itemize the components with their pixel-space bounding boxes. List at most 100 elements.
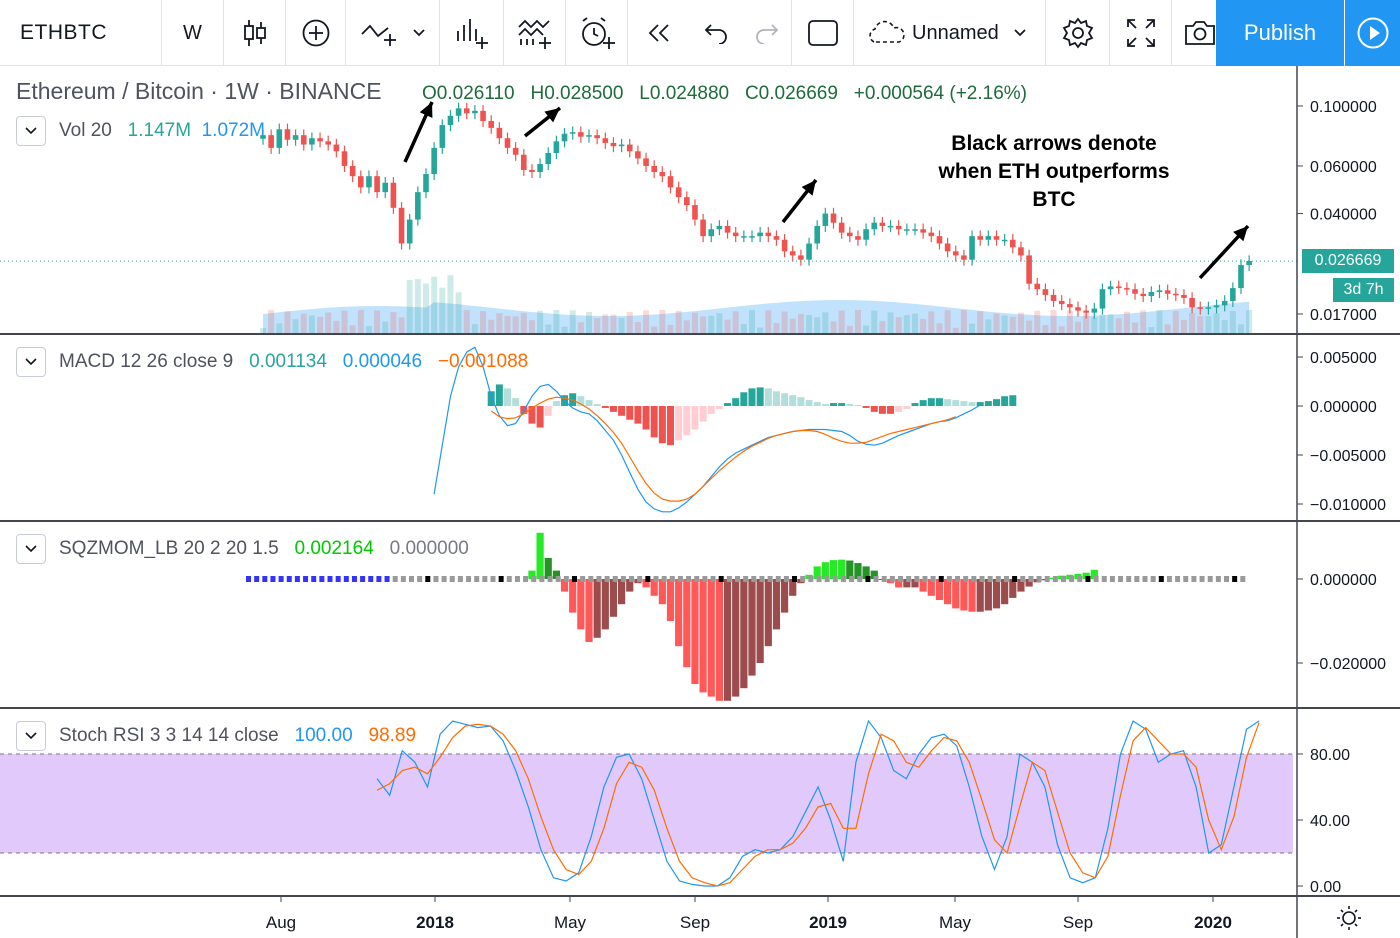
volume-bar <box>1189 313 1196 334</box>
volume-bar <box>365 326 372 334</box>
macd-histogram-bar <box>748 388 756 406</box>
sqz-dot <box>620 576 626 582</box>
sqz-dot <box>498 576 504 582</box>
sqz-dot <box>376 576 382 582</box>
macd-histogram-bar <box>536 406 544 428</box>
sqz-dot <box>303 576 309 582</box>
sqz-bar <box>992 579 1001 609</box>
macd-histogram-bar <box>1001 396 1009 406</box>
sqz-dot <box>889 576 895 582</box>
macd-value-2: 0.000046 <box>342 351 423 372</box>
macd-histogram-bar <box>862 406 870 408</box>
sqz-dot <box>653 576 659 582</box>
sqz-dot <box>392 576 398 582</box>
volume-bar <box>944 310 951 334</box>
volume-bar <box>1221 319 1228 334</box>
volume-bar <box>903 315 910 334</box>
volume-bar <box>300 313 307 334</box>
sqz-dot <box>1044 576 1050 582</box>
sqz-dot <box>775 576 781 582</box>
sqz-dot <box>1020 576 1026 582</box>
macd-histogram-bar <box>544 406 552 416</box>
volume-bar <box>463 310 470 334</box>
sqz-dot <box>539 576 545 582</box>
sqz-dot <box>490 576 496 582</box>
sqz-dot <box>808 576 814 582</box>
volume-bar <box>854 310 861 334</box>
volume-bar <box>528 320 535 334</box>
volume-bar <box>1107 314 1114 334</box>
sqz-bar <box>772 579 781 630</box>
stoch-value-2: 98.89 <box>368 725 417 746</box>
macd-axis-tick: −0.005000 <box>1310 448 1386 465</box>
vol-collapse-button[interactable] <box>16 116 46 146</box>
time-axis-tick: May <box>554 913 587 932</box>
sqz-dot <box>441 576 447 582</box>
symbol-title: Ethereum / Bitcoin · 1W · BINANCE <box>16 78 382 104</box>
volume-bar <box>749 310 755 334</box>
sqz-bar <box>781 579 789 613</box>
price-axis-tick: 0.100000 <box>1310 99 1377 116</box>
volume-bar <box>406 279 413 334</box>
sqz-dot <box>702 576 708 582</box>
sqz-dot <box>816 576 822 582</box>
sqz-bar <box>935 579 944 600</box>
sqz-bar <box>952 579 960 609</box>
volume-bar <box>594 318 601 334</box>
volume-bar <box>390 312 397 334</box>
price-axis-tick: 0.060000 <box>1310 159 1377 176</box>
volume-bar <box>357 310 364 334</box>
sqz-dot <box>1077 576 1083 582</box>
macd-histogram-bar <box>691 406 699 430</box>
volume-bar <box>480 311 487 334</box>
volume-bar <box>879 321 886 334</box>
sqz-dot <box>311 576 317 582</box>
sqz-dot <box>718 576 724 582</box>
tradingview-chart-window: ETHBTC W Unnamed Publish 0.100000 0.0600… <box>0 0 1400 938</box>
sqz-dot <box>694 576 700 582</box>
sqz-bar <box>756 579 764 663</box>
time-axis-tick: Aug <box>266 913 296 932</box>
sqz-dot <box>1207 576 1213 582</box>
high-value: H0.028500 <box>530 83 624 104</box>
volume-bar <box>382 321 389 334</box>
volume-bar <box>740 323 747 334</box>
volume-bar <box>985 319 992 334</box>
sqz-dot <box>531 576 537 582</box>
stoch-axis-tick: 80.00 <box>1310 747 1350 764</box>
macd-histogram-bar <box>740 392 748 406</box>
sqz-dot <box>270 576 276 582</box>
macd-collapse-button[interactable] <box>16 347 46 377</box>
volume-bar <box>398 317 405 334</box>
volume-bar <box>675 310 682 334</box>
stoch-collapse-button[interactable] <box>16 721 46 751</box>
sqz-value-1: 0.002164 <box>294 538 374 559</box>
macd-histogram-bar <box>813 402 821 406</box>
volume-bar <box>936 323 943 334</box>
sqz-collapse-button[interactable] <box>16 534 46 564</box>
sqz-dot <box>955 576 961 582</box>
sqz-dot <box>400 576 406 582</box>
sqz-dot <box>922 576 928 582</box>
sqz-dot <box>343 576 349 582</box>
sqz-bar <box>968 579 976 612</box>
sqz-bar <box>732 579 740 697</box>
volume-bar <box>1009 316 1016 334</box>
volume-bar <box>317 316 324 334</box>
volume-bar <box>569 310 576 334</box>
volume-bar <box>969 323 976 334</box>
macd-legend: MACD 12 26 close 9 0.001134 0.000046 −0.… <box>59 351 528 373</box>
sqz-dot <box>604 576 610 582</box>
volume-bar <box>1172 310 1179 334</box>
sqz-dot <box>612 576 618 582</box>
stoch-legend: Stoch RSI 3 3 14 14 close 100.00 98.89 <box>59 725 416 747</box>
volume-bar <box>789 318 796 334</box>
stoch-band <box>0 753 1293 854</box>
sqz-bar <box>984 579 992 611</box>
macd-histogram-bar <box>683 406 691 436</box>
volume-bar <box>447 275 454 334</box>
volume-bar <box>993 313 1000 334</box>
sqz-dot <box>1142 576 1148 582</box>
sqz-dot <box>979 576 985 582</box>
macd-histogram-bar <box>944 399 952 406</box>
